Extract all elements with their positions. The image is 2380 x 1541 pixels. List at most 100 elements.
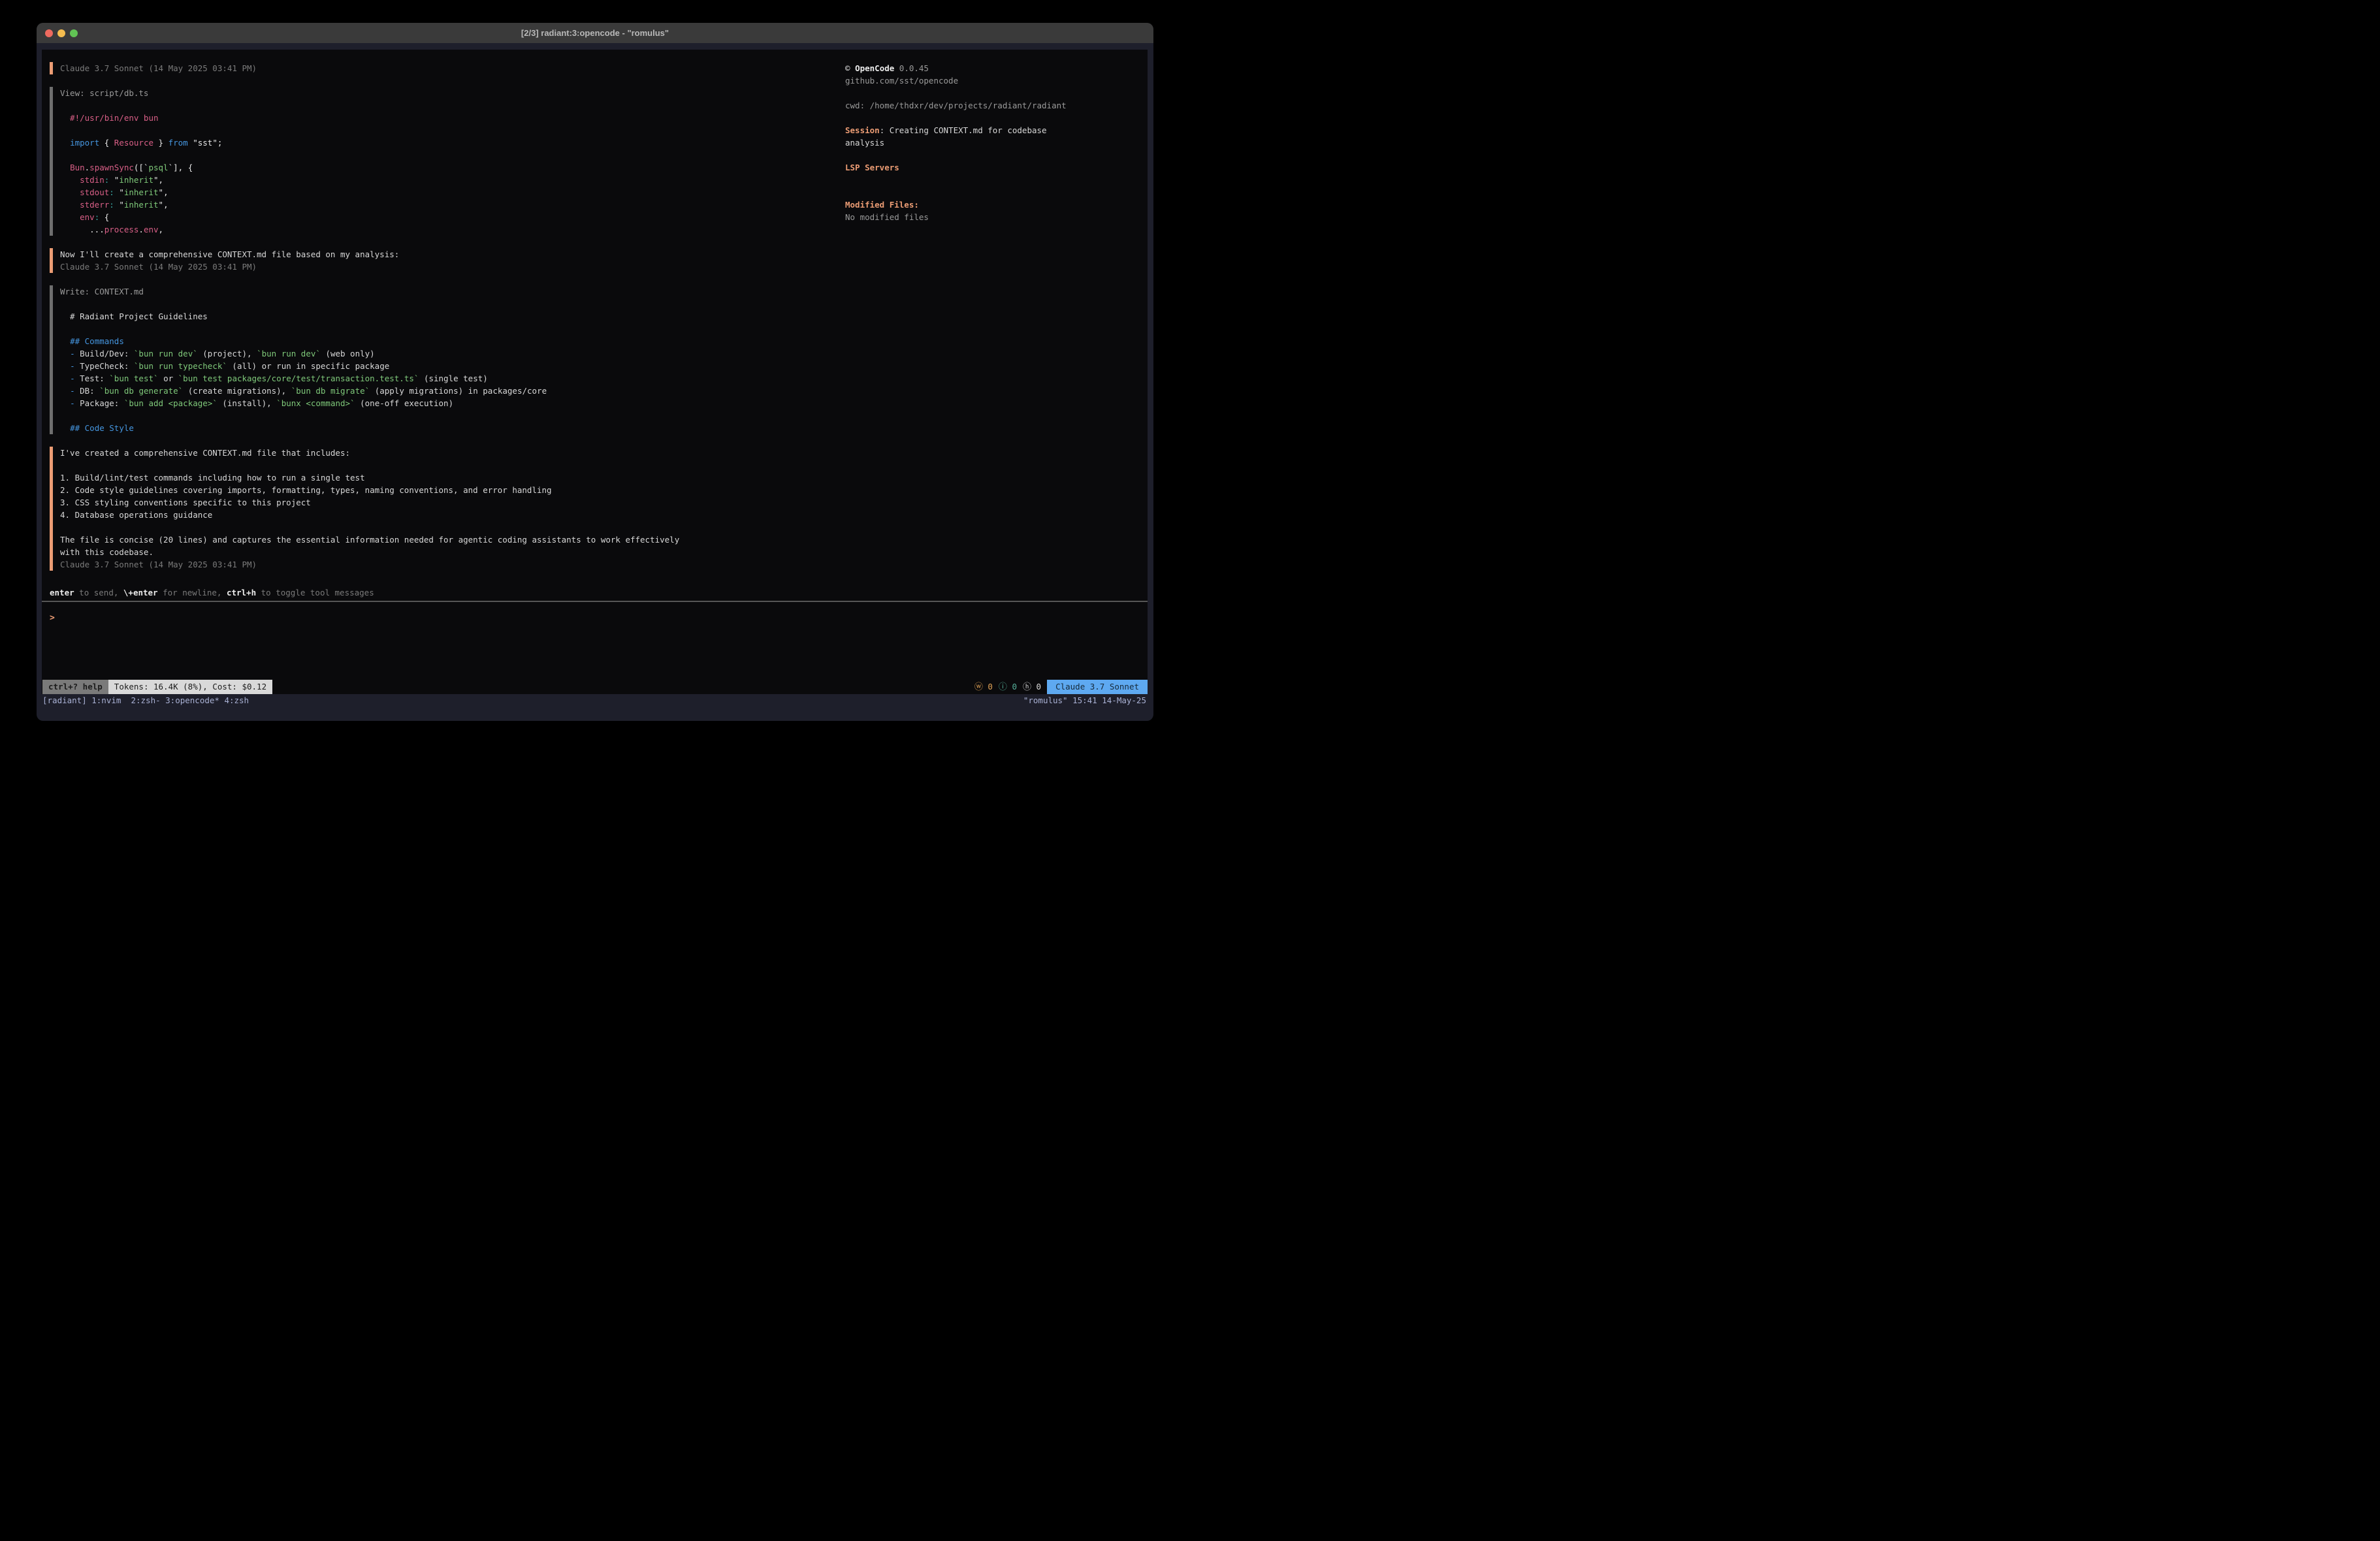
text-segment: LSP Servers [845,163,899,172]
transcript-line: 2. Code style guidelines covering import… [60,484,679,496]
prompt-input[interactable]: > [50,611,862,624]
text-segment: Claude 3.7 Sonnet (14 May 2025 03:41 PM) [60,262,257,272]
transcript-line: Claude 3.7 Sonnet (14 May 2025 03:41 PM) [60,62,257,74]
transcript-line: #!/usr/bin/env bun [60,112,222,124]
text-segment: `bun db generate` [99,386,183,396]
text-segment: from [169,138,188,148]
text-segment: \+enter [123,588,158,597]
text-segment: enter [50,588,74,597]
text-segment: #!/usr/bin/env bun [60,113,159,123]
text-segment: - [70,349,75,358]
text-segment: spawnSync [89,163,134,172]
transcript-line [60,459,679,471]
text-segment: stdin [80,175,105,185]
transcript-line: 1. Build/lint/test commands including ho… [60,471,679,484]
transcript-line [60,409,547,422]
text-segment [60,398,70,408]
text-segment: env [80,212,95,222]
tmux-session-clock: "romulus" 15:41 14-May-25 [1023,694,1146,707]
text-segment: for newline, [158,588,227,597]
text-segment: Build/Dev: [75,349,134,358]
transcript-line: # Radiant Project Guidelines [60,310,547,323]
text-segment: 3. CSS styling conventions specific to t… [60,498,311,507]
text-segment: DB: [75,386,100,396]
text-segment [60,386,70,396]
warning-icon: ⓦ [974,682,983,692]
transcript-line: - Test: `bun test` or `bun test packages… [60,372,547,385]
text-segment [60,373,70,383]
transcript-line: Claude 3.7 Sonnet (14 May 2025 03:41 PM) [60,558,679,571]
text-segment: 4. Database operations guidance [60,510,212,520]
status-bar: ctrl+? help Tokens: 16.4K (8%), Cost: $0… [42,680,1148,694]
text-segment: : [109,200,114,210]
text-segment: , [159,225,164,234]
text-segment: or [159,373,178,383]
composer-help: enter to send, \+enter for newline, ctrl… [50,586,862,599]
status-right-cluster: ⓦ 0 ⓘ 0 ⓗ 0 Claude 3.7 Sonnet [974,680,1148,694]
sidebar-line [845,149,1142,161]
text-segment: (install), [217,398,276,408]
text-segment: ", [153,175,163,185]
text-segment: - [70,361,75,371]
transcript-line [60,323,547,335]
diagnostic-hint: ⓗ 0 [1023,682,1041,691]
terminal-window: [2/3] radiant:3:opencode - "romulus" Cla… [37,23,1153,721]
text-segment: github.com/sst/opencode [845,76,958,86]
text-segment: I've created a comprehensive CONTEXT.md … [60,448,350,458]
minimize-button[interactable] [57,29,65,37]
text-segment: Claude 3.7 Sonnet (14 May 2025 03:41 PM) [60,63,257,73]
transcript-line: Claude 3.7 Sonnet (14 May 2025 03:41 PM) [60,261,399,273]
model-chip[interactable]: Claude 3.7 Sonnet [1047,680,1148,694]
text-segment: `bun run dev` [134,349,198,358]
transcript-line: - DB: `bun db generate` (create migratio… [60,385,547,397]
message-block: Now I'll create a comprehensive CONTEXT.… [50,248,862,273]
text-segment [60,200,80,210]
diagnostic-warning: ⓦ 0 [974,682,993,691]
transcript: Claude 3.7 Sonnet (14 May 2025 03:41 PM)… [50,62,862,571]
text-segment: { [99,138,114,148]
text-segment: `bun test` [109,373,158,383]
text-segment [60,163,70,172]
text-segment: `bun add <package>` [124,398,217,408]
sidebar-line: © OpenCode 0.0.45 [845,62,1142,74]
text-segment: ", [159,187,169,197]
block-lines: I've created a comprehensive CONTEXT.md … [60,447,679,571]
zoom-button[interactable] [70,29,78,37]
diagnostic-info: ⓘ 0 [999,682,1017,691]
text-segment: TypeCheck: [75,361,134,371]
transcript-line: ## Commands [60,335,547,347]
text-segment: (project), [198,349,257,358]
text-segment: ([` [134,163,149,172]
transcript-line [60,99,222,112]
text-segment: No modified files [845,212,929,222]
transcript-line [60,124,222,136]
block-accent-bar [50,248,53,273]
text-segment: Modified Files: [845,200,919,210]
help-chip[interactable]: ctrl+? help [42,680,108,694]
text-segment: analysis [845,138,884,148]
sidebar-line: analysis [845,136,1142,149]
text-segment: Bun [70,163,85,172]
text-segment: inherit [124,200,159,210]
text-segment: (one-off execution) [355,398,454,408]
transcript-line: Bun.spawnSync([`psql`], { [60,161,222,174]
transcript-line: env: { [60,211,222,223]
text-segment: Write: CONTEXT.md [60,287,144,296]
transcript-line: - TypeCheck: `bun run typecheck` (all) o… [60,360,547,372]
text-segment: (all) or run in specific package [227,361,389,371]
text-segment: The file is concise (20 lines) and captu… [60,535,679,545]
sidebar-line [845,112,1142,124]
text-segment: to send, [74,588,123,597]
tool-block: View: script/db.ts #!/usr/bin/env bun im… [50,87,862,236]
window-titlebar[interactable]: [2/3] radiant:3:opencode - "romulus" [37,23,1153,43]
tmux-window-list[interactable]: [radiant] 1:nvim 2:zsh- 3:opencode* 4:zs… [42,694,249,707]
close-button[interactable] [45,29,53,37]
transcript-line: ...process.env, [60,223,222,236]
text-segment: { [99,212,109,222]
text-segment [60,175,80,185]
text-segment: " [109,175,119,185]
text-segment: © [845,63,855,73]
text-segment: - [70,386,75,396]
sidebar-line: LSP Servers [845,161,1142,174]
transcript-line: Write: CONTEXT.md [60,285,547,298]
